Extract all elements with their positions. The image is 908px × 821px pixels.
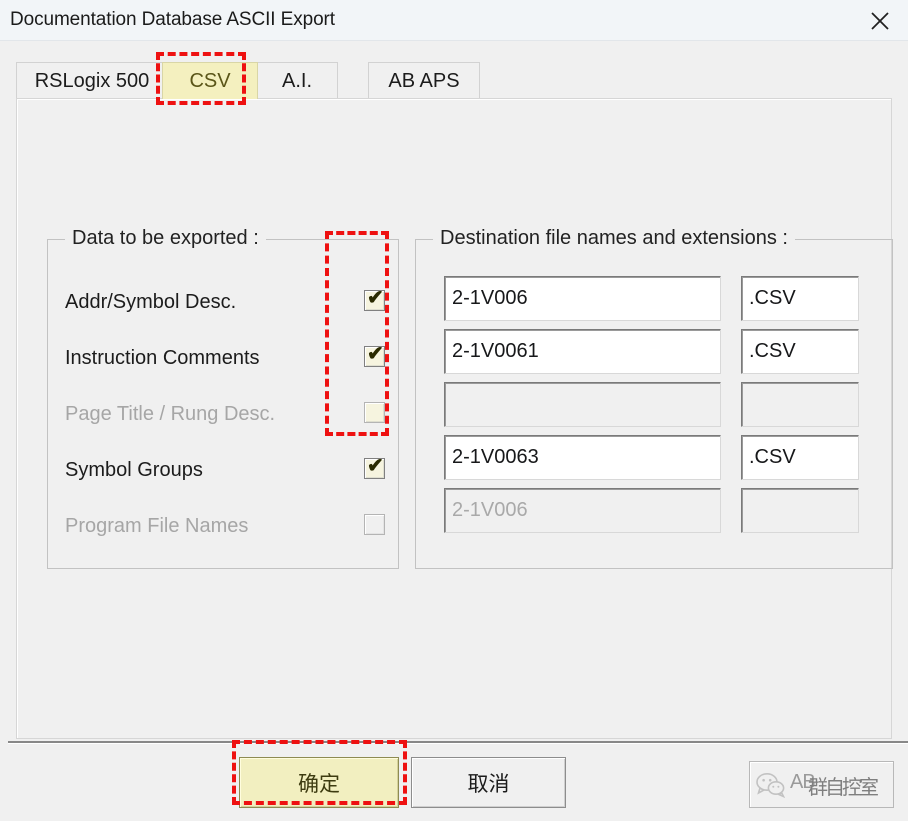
input-extension-4[interactable]: .CSV [741, 435, 859, 480]
ok-button[interactable]: 确定 [239, 757, 399, 808]
checkbox-page-title-rung-desc [364, 402, 385, 423]
cancel-button[interactable]: 取消 [411, 757, 566, 808]
close-icon [869, 10, 891, 32]
tab-csv[interactable]: CSV [162, 62, 258, 99]
input-extension-3 [741, 382, 859, 427]
input-extension-1[interactable]: .CSV [741, 276, 859, 321]
label-symbol-groups: Symbol Groups [65, 459, 203, 481]
window-title: Documentation Database ASCII Export [10, 9, 335, 30]
close-button[interactable] [852, 0, 908, 41]
tab-ab-aps[interactable]: AB APS [368, 62, 480, 99]
check-glyph: ✔ [367, 455, 384, 477]
checkbox-program-file-names [364, 514, 385, 535]
tab-rslogix-500[interactable]: RSLogix 500 [16, 62, 168, 99]
dialog-body: RSLogix 500 CSV A.I. AB APS Data to be e… [0, 41, 908, 821]
input-filename-2[interactable]: 2-1V0061 [444, 329, 721, 374]
group-data-title: Data to be exported : [65, 227, 266, 250]
input-filename-1[interactable]: 2-1V006 [444, 276, 721, 321]
label-program-file-names: Program File Names [65, 515, 249, 537]
label-page-title-rung-desc: Page Title / Rung Desc. [65, 403, 276, 425]
check-glyph: ✔ [367, 287, 384, 309]
check-glyph: ✔ [367, 343, 384, 365]
input-filename-5: 2-1V006 [444, 488, 721, 533]
group-destination-title: Destination file names and extensions : [433, 227, 795, 250]
group-destination-file-names: Destination file names and extensions : … [415, 227, 893, 569]
watermark-chinese: 群自控室 [808, 777, 879, 799]
input-extension-5 [741, 488, 859, 533]
tab-ai[interactable]: A.I. [256, 62, 338, 99]
label-addr-symbol-desc: Addr/Symbol Desc. [65, 291, 237, 313]
tab-page-csv: Data to be exported : Addr/Symbol Desc. … [16, 98, 893, 739]
label-instruction-comments: Instruction Comments [65, 347, 260, 369]
input-extension-2[interactable]: .CSV [741, 329, 859, 374]
input-filename-3 [444, 382, 721, 427]
checkbox-symbol-groups[interactable]: ✔ [364, 455, 385, 479]
bottom-separator [8, 741, 908, 744]
watermark-panel: AB 群自控室 [749, 761, 894, 808]
title-bar: Documentation Database ASCII Export [0, 0, 908, 41]
checkbox-addr-symbol-desc[interactable]: ✔ [364, 287, 385, 311]
group-data-to-be-exported: Data to be exported : Addr/Symbol Desc. … [47, 227, 399, 569]
checkbox-instruction-comments[interactable]: ✔ [364, 343, 385, 367]
wechat-icon [756, 772, 786, 799]
input-filename-4[interactable]: 2-1V0063 [444, 435, 721, 480]
